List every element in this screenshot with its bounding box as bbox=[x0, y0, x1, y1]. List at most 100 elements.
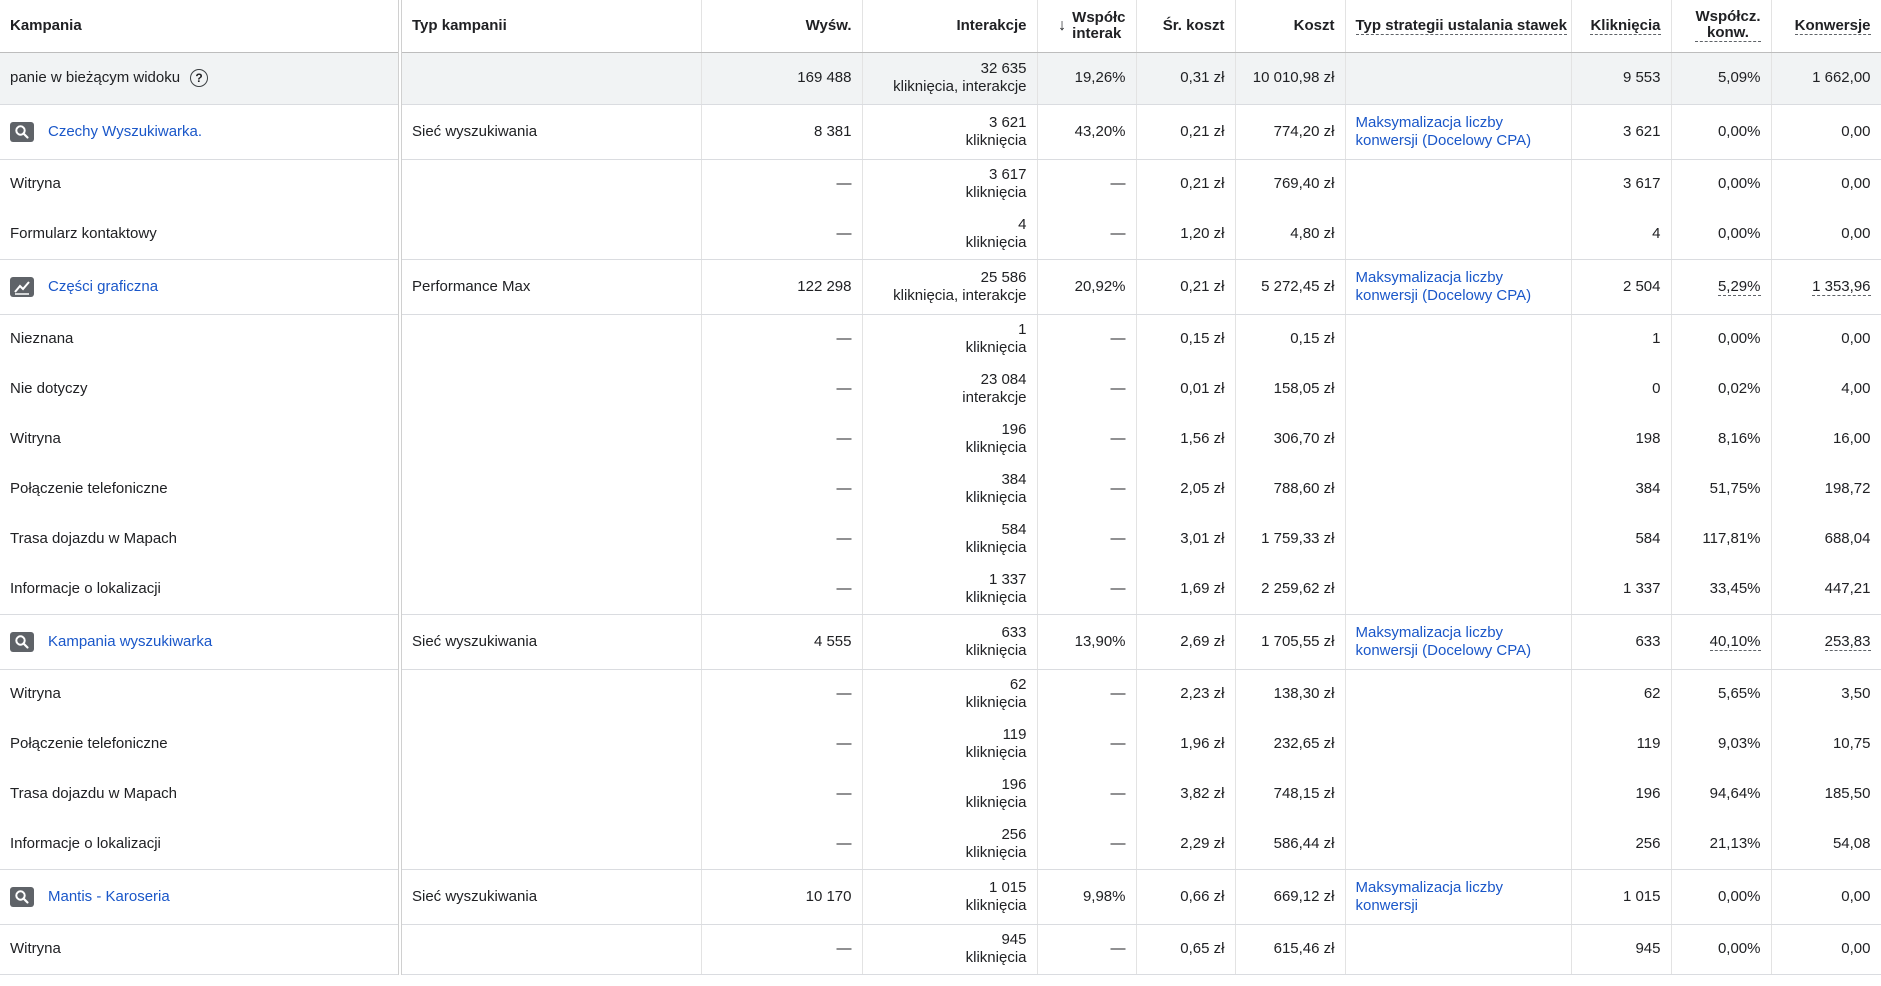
col-header-sr-koszt[interactable]: Śr. koszt bbox=[1136, 0, 1236, 53]
campaign-koszt: 774,20 zł bbox=[1235, 104, 1346, 160]
subrow-sr-koszt: 2,23 zł bbox=[1136, 669, 1236, 719]
campaign-konwersje: 0,00 bbox=[1771, 869, 1881, 925]
subrow-klikniecia: 384 bbox=[1571, 464, 1672, 514]
subrow-klikniecia: 584 bbox=[1571, 514, 1672, 564]
total-wspol-konw: 5,09% bbox=[1671, 52, 1772, 105]
campaign-interakcje: 633 kliknięcia bbox=[862, 614, 1038, 670]
subrow: Nieznana —1 kliknięcia —0,15 zł 0,15 zł 1 0,00… bbox=[0, 314, 1881, 364]
trend-chart-icon bbox=[10, 276, 34, 297]
campaign-klikniecia: 2 504 bbox=[1571, 259, 1672, 315]
subrow-interakcje: 384 kliknięcia bbox=[862, 464, 1038, 514]
campaign-name-cell: Części graficzna bbox=[0, 259, 402, 315]
subrow-koszt: 1 759,33 zł bbox=[1235, 514, 1346, 564]
subrow-sr-koszt: 1,69 zł bbox=[1136, 564, 1236, 615]
help-icon[interactable]: ? bbox=[190, 69, 209, 88]
total-konwersje: 1 662,00 bbox=[1771, 52, 1881, 105]
subrow-koszt: 769,40 zł bbox=[1235, 159, 1346, 209]
subrow-klikniecia: 1 bbox=[1571, 314, 1672, 364]
col-header-wspol-konw[interactable]: Współcz. konw. bbox=[1671, 0, 1772, 53]
subrow-interakcje: 1 kliknięcia bbox=[862, 314, 1038, 364]
subrow-koszt: 2 259,62 zł bbox=[1235, 564, 1346, 615]
col-header-typ[interactable]: Typ kampanii bbox=[400, 0, 702, 53]
subrow-interakcje: 23 084 interakcje bbox=[862, 364, 1038, 414]
subrow: Formularz kontaktowy —4 kliknięcia —1,20 zł… bbox=[0, 209, 1881, 260]
col-header-wysw[interactable]: Wyśw. bbox=[701, 0, 863, 53]
subrow-konwersje: 3,50 bbox=[1771, 669, 1881, 719]
campaign-name-link[interactable]: Części graficzna bbox=[48, 278, 158, 295]
col-header-interakcje[interactable]: Interakcje bbox=[862, 0, 1038, 53]
subrow-wysw: — bbox=[701, 819, 863, 870]
subrow-koszt: 4,80 zł bbox=[1235, 209, 1346, 260]
search-icon bbox=[10, 886, 34, 907]
campaign-row: Kampania wyszukiwarka Sieć wyszukiwania 4 … bbox=[0, 614, 1881, 670]
campaign-interakcje: 25 586 kliknięcia, interakcje bbox=[862, 259, 1038, 315]
subrow-koszt: 138,30 zł bbox=[1235, 669, 1346, 719]
campaign-wysw: 8 381 bbox=[701, 104, 863, 160]
col-header-koszt[interactable]: Koszt bbox=[1235, 0, 1346, 53]
subrow-wysw: — bbox=[701, 719, 863, 769]
subrow-wspol: — bbox=[1037, 514, 1137, 564]
subrow-label: Połączenie telefoniczne bbox=[0, 719, 402, 769]
campaign-type: Performance Max bbox=[400, 259, 702, 315]
subrow-koszt: 788,60 zł bbox=[1235, 464, 1346, 514]
subrow-wspol-konw: 0,00% bbox=[1671, 924, 1772, 975]
campaign-koszt: 5 272,45 zł bbox=[1235, 259, 1346, 315]
total-row: panie w bieżącym widoku? 169 488 32 635 k… bbox=[0, 52, 1881, 105]
campaign-wysw: 10 170 bbox=[701, 869, 863, 925]
subrow-wspol: — bbox=[1037, 819, 1137, 870]
campaign-wspol: 20,92% bbox=[1037, 259, 1137, 315]
subrow-interakcje: 1 337 kliknięcia bbox=[862, 564, 1038, 615]
header-row: Kampania Typ kampanii Wyśw. Interakcje ↓… bbox=[0, 0, 1881, 53]
subrow-klikniecia: 198 bbox=[1571, 414, 1672, 464]
subrow-sr-koszt: 1,56 zł bbox=[1136, 414, 1236, 464]
col-header-kampania[interactable]: Kampania bbox=[0, 0, 402, 53]
subrow-klikniecia: 4 bbox=[1571, 209, 1672, 260]
campaign-wysw: 4 555 bbox=[701, 614, 863, 670]
campaign-strategy-link[interactable]: Maksymalizacja liczby konwersji (Docelowy… bbox=[1345, 259, 1572, 315]
subrow-wspol-konw: 21,13% bbox=[1671, 819, 1772, 870]
subrow: Połączenie telefoniczne —384 kliknięcia —2,… bbox=[0, 464, 1881, 514]
campaign-strategy-link[interactable]: Maksymalizacja liczby konwersji bbox=[1345, 869, 1572, 925]
campaign-konwersje: 1 353,96 bbox=[1771, 259, 1881, 315]
subrow-wspol: — bbox=[1037, 669, 1137, 719]
total-koszt: 10 010,98 zł bbox=[1235, 52, 1346, 105]
subrow-konwersje: 198,72 bbox=[1771, 464, 1881, 514]
subrow-konwersje: 10,75 bbox=[1771, 719, 1881, 769]
subrow-sr-koszt: 3,82 zł bbox=[1136, 769, 1236, 819]
subrow-wysw: — bbox=[701, 414, 863, 464]
campaign-konwersje: 253,83 bbox=[1771, 614, 1881, 670]
campaign-name-link[interactable]: Kampania wyszukiwarka bbox=[48, 633, 212, 650]
subrow: Trasa dojazdu w Mapach —196 kliknięcia —3,8… bbox=[0, 769, 1881, 819]
campaign-row: Mantis - Karoseria Sieć wyszukiwania 10 17… bbox=[0, 869, 1881, 925]
campaign-wspol-konw: 0,00% bbox=[1671, 869, 1772, 925]
subrow: Informacje o lokalizacji —1 337 kliknięcia… bbox=[0, 564, 1881, 615]
subrow-wspol-konw: 117,81% bbox=[1671, 514, 1772, 564]
campaign-sr-koszt: 2,69 zł bbox=[1136, 614, 1236, 670]
subrow-koszt: 586,44 zł bbox=[1235, 819, 1346, 870]
total-interakcje: 32 635 kliknięcia, interakcje bbox=[862, 52, 1038, 105]
campaign-strategy-link[interactable]: Maksymalizacja liczby konwersji (Docelowy… bbox=[1345, 104, 1572, 160]
subrow-wspol: — bbox=[1037, 314, 1137, 364]
subrow: Trasa dojazdu w Mapach —584 kliknięcia —3,0… bbox=[0, 514, 1881, 564]
campaign-name-link[interactable]: Mantis - Karoseria bbox=[48, 888, 170, 905]
subrow-konwersje: 0,00 bbox=[1771, 159, 1881, 209]
campaign-strategy-link[interactable]: Maksymalizacja liczby konwersji (Docelowy… bbox=[1345, 614, 1572, 670]
total-sr-koszt: 0,31 zł bbox=[1136, 52, 1236, 105]
subrow-label: Informacje o lokalizacji bbox=[0, 564, 402, 615]
campaign-type: Sieć wyszukiwania bbox=[400, 869, 702, 925]
subrow-klikniecia: 256 bbox=[1571, 819, 1672, 870]
col-header-strategia[interactable]: Typ strategii ustalania stawek bbox=[1345, 0, 1572, 53]
subrow-label: Formularz kontaktowy bbox=[0, 209, 402, 260]
campaign-wspol-konw: 0,00% bbox=[1671, 104, 1772, 160]
col-header-klikniecia[interactable]: Kliknięcia bbox=[1571, 0, 1672, 53]
subrow: Nie dotyczy —23 084 interakcje —0,01 zł 158,… bbox=[0, 364, 1881, 414]
total-wspol: 19,26% bbox=[1037, 52, 1137, 105]
col-header-wspol[interactable]: ↓ Współc interak bbox=[1037, 0, 1137, 53]
campaign-wspol: 43,20% bbox=[1037, 104, 1137, 160]
subrow-wspol-konw: 8,16% bbox=[1671, 414, 1772, 464]
subrow-wspol: — bbox=[1037, 719, 1137, 769]
subrow-interakcje: 196 kliknięcia bbox=[862, 414, 1038, 464]
col-header-konwersje[interactable]: Konwersje bbox=[1771, 0, 1881, 53]
campaign-name-link[interactable]: Czechy Wyszukiwarka. bbox=[48, 123, 202, 140]
subrow-sr-koszt: 2,29 zł bbox=[1136, 819, 1236, 870]
